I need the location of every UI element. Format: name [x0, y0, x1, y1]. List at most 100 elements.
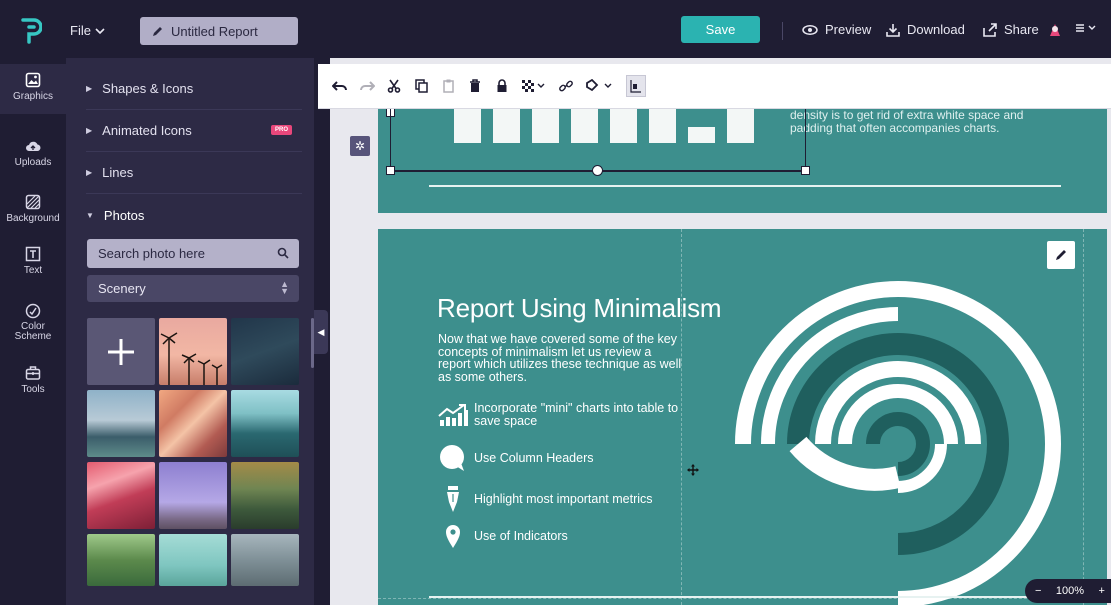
rail-label-color-scheme: Color Scheme [14, 321, 52, 342]
bullet-text: Use Column Headers [474, 450, 594, 465]
photo-thumb-pink-waves[interactable] [87, 462, 155, 529]
zoom-level: 100% [1055, 585, 1085, 597]
rail-label-tools: Tools [21, 384, 45, 395]
mini-bar [571, 109, 598, 143]
checkerboard-icon [522, 80, 545, 92]
pencil-icon [1056, 250, 1066, 260]
bullet-item[interactable]: Incorporate "mini" charts into table to … [436, 402, 684, 427]
rail-item-text[interactable]: Text [0, 246, 66, 276]
section-photos[interactable]: ▼ Photos [86, 194, 302, 236]
top-bar: File Untitled Report Save Preview Downlo… [0, 0, 1111, 58]
section-shapes-icons[interactable]: ▶ Shapes & Icons [86, 68, 302, 110]
lock-button[interactable] [494, 78, 510, 94]
copy-button[interactable] [413, 78, 429, 94]
bullet-text: Incorporate "mini" charts into table to … [474, 401, 679, 428]
photo-thumb-palms[interactable] [159, 318, 227, 385]
paste-button[interactable] [440, 78, 456, 94]
report-title-input[interactable]: Untitled Report [140, 17, 298, 45]
edit-slide-button[interactable] [1047, 241, 1075, 269]
pro-badge: PRO [270, 125, 292, 135]
section-lines[interactable]: ▶ Lines [86, 152, 302, 194]
download-label: Download [907, 22, 965, 37]
photo-search-input[interactable]: Search photo here [87, 239, 299, 268]
photo-category-select[interactable]: Scenery ▲ ▼ [87, 275, 299, 302]
slide-page-1[interactable]: density is to get rid of extra white spa… [378, 109, 1107, 213]
photo-thumb-bridge[interactable] [231, 462, 299, 529]
align-bottom-icon [630, 80, 641, 93]
trash-icon [470, 79, 480, 92]
slide-side-tools: ✲ [350, 112, 370, 160]
caret-right-icon: ▶ [86, 168, 93, 177]
section-label: Shapes & Icons [102, 81, 194, 96]
logo-icon[interactable] [20, 18, 42, 44]
download-icon [886, 23, 900, 37]
photo-thumb-grass[interactable] [159, 534, 227, 586]
selection-handle[interactable] [801, 166, 810, 175]
rail-item-background[interactable]: Background [0, 194, 66, 224]
link-icon [559, 80, 573, 92]
map-pin-icon [436, 524, 470, 548]
zoom-control: − 100% + [1025, 579, 1111, 603]
layout-guide [378, 598, 1107, 599]
photo-thumb-lake[interactable] [87, 390, 155, 457]
file-menu[interactable]: File [70, 23, 105, 38]
photo-thumb-foggy-forest[interactable] [231, 534, 299, 586]
divider [782, 22, 783, 40]
layer-position-button[interactable] [626, 75, 646, 97]
concentric-arcs-graphic[interactable] [723, 269, 1083, 605]
select-arrows-icon: ▲ ▼ [280, 279, 289, 296]
section-animated-icons[interactable]: ▶ Animated Icons PRO [86, 110, 302, 152]
bullet-item[interactable]: Use Column Headers [436, 444, 594, 472]
preview-label: Preview [825, 22, 872, 37]
photo-thumb-forest[interactable] [87, 534, 155, 586]
delete-button[interactable] [467, 78, 483, 94]
palm-trees-image [160, 332, 223, 385]
border-style-button[interactable] [585, 78, 615, 94]
scissors-icon [387, 79, 401, 93]
user-avatar-icon[interactable] [1047, 22, 1063, 38]
photo-thumb-mountains-teal[interactable] [231, 390, 299, 457]
more-menu-button[interactable] [1075, 22, 1097, 37]
collapse-panel-button[interactable]: ◀ [314, 310, 328, 354]
share-button[interactable]: Share [983, 22, 1039, 37]
transparency-button[interactable] [521, 78, 547, 94]
slide-caption[interactable]: density is to get rid of extra white spa… [790, 109, 1060, 135]
speech-bubble-icon [436, 444, 470, 472]
photo-thumb-purple-sky[interactable] [159, 462, 227, 529]
mini-bar [610, 109, 637, 143]
slide-settings-button[interactable]: ✲ [350, 136, 370, 156]
zoom-in-button[interactable]: + [1099, 585, 1105, 597]
slide-title[interactable]: Report Using Minimalism [437, 293, 722, 324]
pen-nib-icon [436, 486, 470, 512]
photo-thumb-canyon[interactable] [159, 390, 227, 457]
selection-handle[interactable] [386, 166, 395, 175]
image-icon [25, 72, 41, 88]
preview-button[interactable]: Preview [802, 22, 871, 37]
cut-button[interactable] [386, 78, 402, 94]
rail-item-uploads[interactable]: Uploads [0, 138, 66, 168]
save-button[interactable]: Save [681, 16, 760, 43]
download-button[interactable]: Download [886, 22, 965, 37]
photo-thumb-dark-sky[interactable] [231, 318, 299, 385]
share-label: Share [1004, 22, 1039, 37]
divider-line[interactable] [429, 185, 1061, 187]
redo-button[interactable] [359, 78, 375, 94]
rail-item-tools[interactable]: Tools [0, 365, 66, 395]
upload-photo-button[interactable] [87, 318, 155, 385]
undo-button[interactable] [332, 78, 348, 94]
bullet-item[interactable]: Use of Indicators [436, 524, 568, 548]
search-icon[interactable] [277, 247, 289, 259]
caret-right-icon: ▶ [86, 126, 93, 135]
zoom-out-button[interactable]: − [1035, 585, 1041, 597]
selection-handle[interactable] [592, 165, 603, 176]
paint-bucket-icon [586, 79, 612, 92]
cloud-upload-icon [26, 141, 41, 152]
bullet-text: Highlight most important metrics [474, 491, 653, 506]
slide-body-text[interactable]: Now that we have covered some of the key… [438, 333, 686, 383]
mini-bar [688, 127, 715, 143]
bullet-item[interactable]: Highlight most important metrics [436, 486, 653, 512]
rail-item-color-scheme[interactable]: Color Scheme [0, 303, 66, 342]
rail-item-graphics[interactable]: Graphics [0, 64, 66, 114]
link-button[interactable] [558, 78, 574, 94]
palette-icon [25, 303, 41, 319]
